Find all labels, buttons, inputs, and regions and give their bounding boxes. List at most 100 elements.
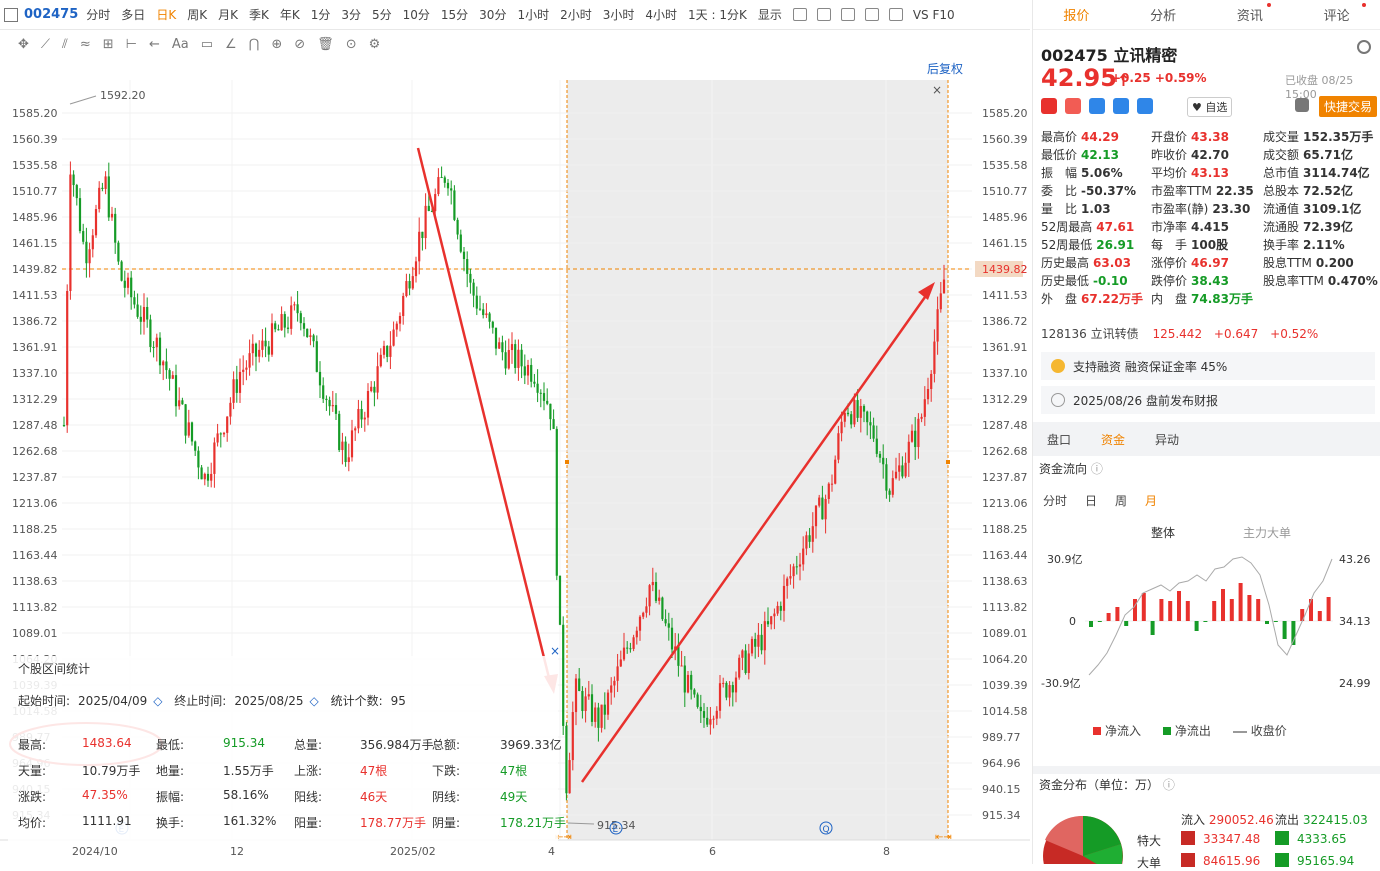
candle-body	[584, 696, 587, 712]
period-tab[interactable]: 周K	[187, 6, 207, 23]
x-tick: 4	[548, 845, 555, 858]
margin-info[interactable]: 支持融资 融资保证金率 45%	[1041, 352, 1375, 380]
candle-body	[350, 430, 354, 458]
quick-trade-button[interactable]: 快捷交易	[1319, 96, 1378, 117]
kline-chart[interactable]: × 1585.20 1585.20 1560.39 1560.39 1535.58 1535…	[0, 58, 1030, 864]
sub-tab[interactable]: 异动	[1155, 431, 1179, 448]
candle-body	[370, 386, 373, 392]
panel-icon[interactable]	[4, 7, 18, 22]
period-tab[interactable]: 4小时	[645, 6, 677, 23]
settings-icon[interactable]	[792, 8, 807, 21]
flow-period-tabs: 分时 日 周 月	[1043, 492, 1175, 509]
draw-tool-icon[interactable]: ⊘	[294, 37, 305, 52]
period-tab[interactable]: 1分	[311, 6, 331, 23]
quote-label: 内 盘	[1151, 292, 1188, 306]
right-tab[interactable]: 分析	[1120, 5, 1207, 24]
flow-bar	[1141, 593, 1146, 621]
flow-tab[interactable]: 日	[1085, 494, 1097, 508]
sub-tab[interactable]: 资金	[1101, 431, 1125, 448]
candle-body	[261, 340, 264, 350]
right-tab[interactable]: 评论	[1293, 3, 1380, 24]
convertible-bond[interactable]: 128136 立讯转债 125.442 +0.647 +0.52%	[1041, 325, 1318, 342]
period-tab[interactable]: 2小时	[560, 6, 592, 23]
draw-tool-icon[interactable]: ⚙	[369, 37, 381, 52]
candle-body	[72, 174, 75, 186]
y-tick-left: 1535.58	[12, 159, 58, 172]
fullscreen-icon[interactable]	[888, 8, 903, 21]
display-button[interactable]: 显示	[758, 6, 782, 23]
period-tab[interactable]: 月K	[218, 6, 238, 23]
stat-label: 阳量:	[294, 816, 323, 830]
period-tab[interactable]: 多日	[121, 6, 145, 23]
adjust-label[interactable]: 后复权	[927, 60, 963, 77]
x-tick: 2024/10	[72, 845, 118, 858]
candle-body	[667, 623, 670, 628]
candle-body	[232, 379, 235, 403]
quote-label: 成交额	[1263, 148, 1300, 162]
layout-icon[interactable]	[816, 8, 831, 21]
stats-title: 个股区间统计	[18, 662, 91, 676]
gear-icon[interactable]	[1357, 40, 1371, 54]
candle-body	[696, 694, 699, 707]
period-tab[interactable]: 5分	[372, 6, 392, 23]
draw-tool-icon[interactable]: ▭	[201, 37, 213, 52]
period-tab[interactable]: 3分	[341, 6, 361, 23]
flow-bar	[1326, 597, 1331, 621]
stats-close-icon[interactable]: ×	[550, 644, 560, 658]
period-tab[interactable]: 日K	[156, 6, 176, 23]
quote-item: 振 幅 5.06%	[1041, 164, 1123, 181]
period-tab[interactable]: 年K	[280, 6, 300, 23]
period-tab[interactable]: 15分	[441, 6, 468, 23]
draw-tool-icon[interactable]: 🗑	[317, 37, 334, 52]
candle-body	[248, 353, 251, 368]
flow-bar	[1256, 599, 1261, 621]
quote-label: 股息TTM	[1263, 256, 1312, 270]
flow-tab[interactable]: 周	[1115, 494, 1127, 508]
vs-f10-button[interactable]: VS F10	[913, 8, 955, 22]
flow-tab[interactable]: 分时	[1043, 494, 1067, 508]
period-tab[interactable]: 10分	[403, 6, 430, 23]
quote-item: 流通股 72.39亿	[1263, 218, 1353, 235]
stat-value: 1.55万手	[223, 764, 274, 778]
flow-main-label[interactable]: 主力大单	[1243, 524, 1291, 541]
flow-tab[interactable]: 月	[1145, 494, 1157, 508]
stock-code: 002475	[24, 7, 79, 22]
interval-select[interactable]: 1天 : 1分K	[688, 6, 747, 23]
right-tab[interactable]: 资讯	[1207, 3, 1294, 24]
period-tab[interactable]: 30分	[479, 6, 506, 23]
draw-tool-icon[interactable]: ⟋	[41, 37, 50, 52]
draw-tool-icon[interactable]: ✥	[18, 37, 29, 52]
draw-tool-icon[interactable]: ⊢	[126, 37, 137, 52]
y-tick-right: 1337.10	[982, 367, 1028, 380]
sub-tab[interactable]: 盘口	[1047, 431, 1071, 448]
draw-tool-icon[interactable]: ≈	[80, 37, 91, 52]
draw-tool-icon[interactable]: ⊞	[103, 37, 114, 52]
period-tab[interactable]: 1小时	[517, 6, 549, 23]
period-tab[interactable]: 分时	[86, 6, 110, 23]
draw-tool-icon[interactable]: Aa	[172, 37, 189, 52]
period-tab[interactable]: 3小时	[603, 6, 635, 23]
watchlist-button[interactable]: ♥ 自选	[1187, 97, 1233, 117]
stat-label: 阳线:	[294, 790, 323, 804]
candle-body	[814, 505, 818, 527]
flow-whole-label[interactable]: 整体	[1151, 524, 1175, 541]
candle-body	[373, 386, 376, 393]
draw-tool-icon[interactable]: ←	[149, 37, 160, 52]
draw-tool-icon[interactable]: ⊕	[271, 37, 282, 52]
candle-body	[194, 441, 197, 451]
camera-icon[interactable]	[840, 8, 855, 21]
pen-icon[interactable]	[864, 8, 879, 21]
flow-bar	[1265, 621, 1269, 624]
right-tab[interactable]: 报价	[1033, 5, 1120, 24]
draw-tool-icon[interactable]: ⫽	[62, 37, 68, 52]
selection-range[interactable]	[567, 80, 948, 840]
x-tick: 6	[709, 845, 716, 858]
candle-body	[734, 677, 738, 693]
draw-tool-icon[interactable]: ⊙	[346, 37, 357, 52]
period-tab[interactable]: 季K	[249, 6, 269, 23]
draw-tool-icon[interactable]: ∠	[225, 37, 237, 52]
bell-icon[interactable]	[1295, 98, 1309, 112]
draw-tool-icon[interactable]: ⋂	[249, 37, 260, 52]
report-info[interactable]: 2025/08/26 盘前发布财报	[1041, 386, 1375, 414]
candle-body	[690, 674, 693, 690]
